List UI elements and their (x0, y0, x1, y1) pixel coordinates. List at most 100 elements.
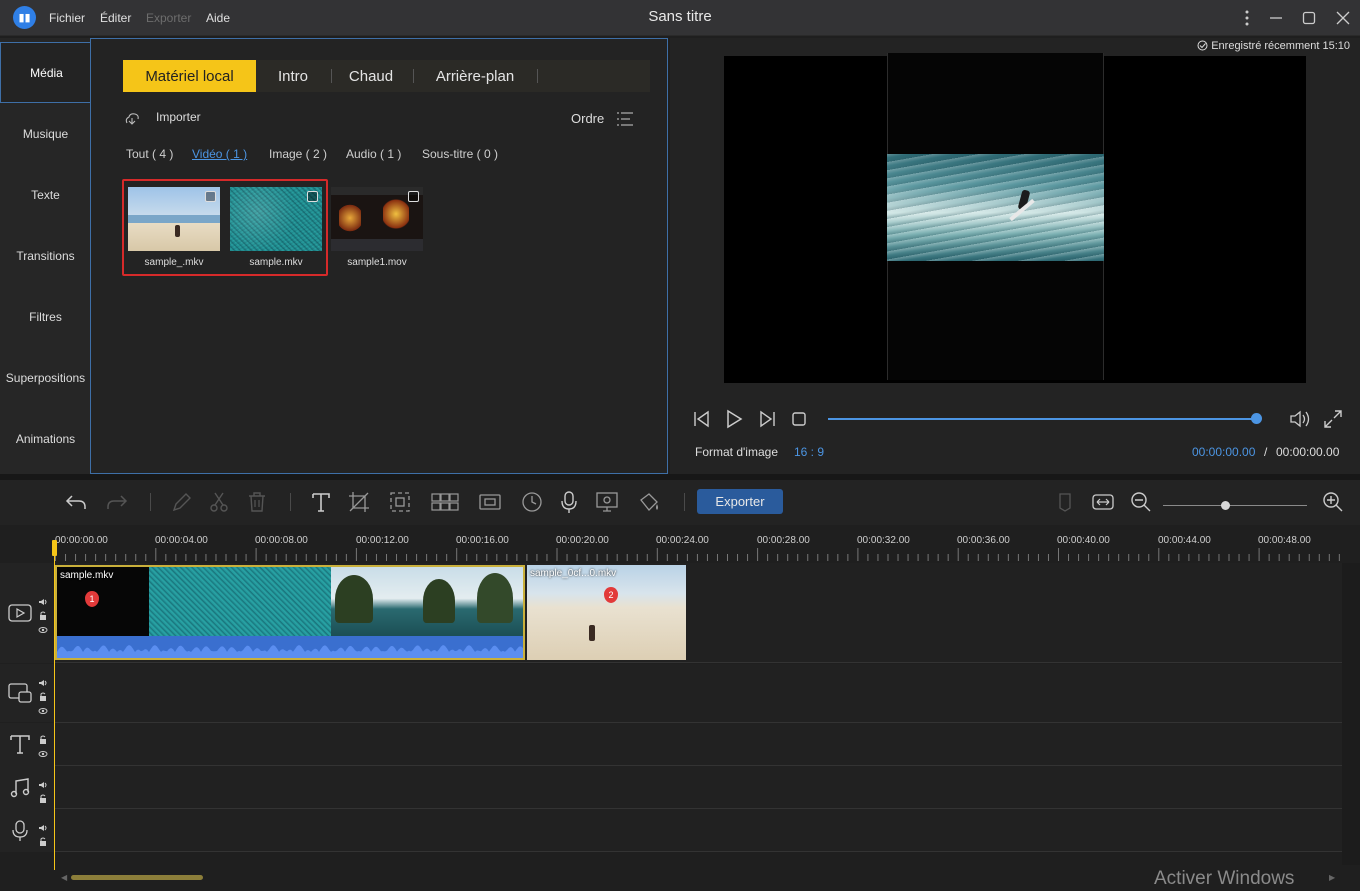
clip-island-frames (331, 567, 523, 637)
overlay-track-icon (8, 683, 32, 708)
filter-sous-titre[interactable]: Sous-titre ( 0 ) (422, 147, 498, 161)
maximize-icon[interactable] (1297, 6, 1321, 30)
screen-record-icon[interactable] (595, 490, 619, 514)
fit-timeline-icon[interactable] (1091, 490, 1115, 514)
sidebar-item-animations[interactable]: Animations (0, 408, 91, 469)
menu-fichier[interactable]: Fichier (49, 11, 85, 25)
sidebar-item-superpositions[interactable]: Superpositions (0, 347, 91, 408)
clip-name: sample_0cf...0.mkv (530, 568, 617, 579)
sort-list-icon (616, 111, 634, 127)
timeline-horizontal-scrollbar[interactable] (71, 875, 203, 880)
sort-button[interactable]: Ordre (571, 111, 633, 126)
tab-intro[interactable]: Intro (263, 60, 323, 92)
track-visibility-icon[interactable] (38, 621, 48, 639)
close-icon[interactable] (1331, 6, 1355, 30)
music-track[interactable] (55, 766, 1342, 809)
more-options-icon[interactable] (1235, 6, 1259, 30)
zoom-frame-icon[interactable] (388, 490, 412, 514)
app-logo-icon: ▮▮ (13, 6, 36, 29)
tab-chaud[interactable]: Chaud (337, 60, 405, 92)
crop-icon[interactable] (347, 490, 371, 514)
toolbar-divider (684, 493, 685, 511)
ruler-label: 00:00:24.00 (656, 535, 709, 546)
track-visibility-icon[interactable] (38, 745, 48, 763)
text-track[interactable] (55, 723, 1342, 766)
previous-frame-icon[interactable] (692, 409, 712, 429)
save-status: Enregistré récemment 15:10 (1197, 40, 1350, 52)
ruler-label: 00:00:00.00 (55, 535, 108, 546)
wave-texture (887, 154, 1104, 261)
color-fill-icon[interactable] (637, 490, 661, 514)
media-tabs: Matériel local Intro Chaud Arrière-plan (123, 60, 650, 92)
fire-glow-right (383, 197, 409, 231)
music-track-header (0, 766, 55, 809)
voice-track[interactable] (55, 809, 1342, 852)
track-lock-icon[interactable] (38, 790, 48, 808)
tab-arriere-plan[interactable]: Arrière-plan (421, 60, 529, 92)
beach-person (589, 625, 595, 641)
ruler-label: 00:00:12.00 (356, 535, 409, 546)
island-rock (335, 575, 373, 623)
sidebar-item-texte[interactable]: Texte (0, 164, 91, 225)
editing-toolbar (0, 480, 1360, 525)
clip-name: sample.mkv (60, 570, 114, 581)
next-frame-icon[interactable] (757, 409, 777, 429)
track-lock-icon[interactable] (38, 833, 48, 851)
video-footer-bar (331, 239, 423, 251)
timeline-ruler[interactable]: 00:00:00.00 00:00:04.00 00:00:08.00 00:0… (55, 530, 1342, 563)
sidebar-item-transitions[interactable]: Transitions (0, 225, 91, 286)
freeze-frame-icon[interactable] (478, 490, 502, 514)
sidebar-item-musique[interactable]: Musique (0, 103, 91, 164)
undo-icon[interactable] (64, 490, 88, 514)
tab-materiel-local[interactable]: Matériel local (123, 60, 256, 92)
delete-trash-icon (245, 490, 269, 514)
zoom-slider-handle[interactable] (1221, 501, 1230, 510)
sidebar-item-media[interactable]: Média (0, 42, 92, 103)
title-bar: ▮▮ Fichier Éditer Exporter Aide Sans tit… (0, 0, 1360, 36)
aspect-ratio-value[interactable]: 16 : 9 (794, 445, 824, 459)
scroll-left-arrow-icon[interactable]: ◀ (61, 873, 67, 882)
timeline-clip-1[interactable]: sample.mkv 1 (55, 565, 525, 660)
toolbar-divider (150, 493, 151, 511)
progress-handle[interactable] (1251, 413, 1262, 424)
playback-progress[interactable] (828, 418, 1256, 420)
playhead[interactable] (54, 540, 55, 870)
volume-icon[interactable] (1289, 409, 1311, 429)
filter-image[interactable]: Image ( 2 ) (269, 147, 327, 161)
scroll-right-arrow-icon[interactable]: ▶ (1329, 873, 1335, 882)
edit-pencil-icon (170, 490, 194, 514)
time-separator: / (1264, 445, 1268, 459)
export-button[interactable]: Exporter (697, 489, 783, 514)
current-time: 00:00:00.00 (1192, 445, 1256, 459)
filter-audio[interactable]: Audio ( 1 ) (346, 147, 401, 161)
fullscreen-icon[interactable] (1323, 409, 1343, 429)
filter-tout[interactable]: Tout ( 4 ) (126, 147, 173, 161)
sidebar-item-filtres[interactable]: Filtres (0, 286, 91, 347)
voice-track-icon (10, 820, 30, 847)
sort-label: Ordre (571, 111, 605, 126)
filter-video[interactable]: Vidéo ( 1 ) (192, 147, 247, 161)
microphone-icon[interactable] (557, 490, 581, 514)
zoom-in-icon[interactable] (1321, 490, 1345, 514)
timeline-vertical-scrollbar[interactable] (1342, 563, 1360, 865)
toolbar-divider (290, 493, 291, 511)
save-status-text: Enregistré récemment 15:10 (1211, 40, 1350, 52)
media-thumb-sample1-mov[interactable] (331, 187, 423, 251)
timeline-clip-2[interactable]: sample_0cf...0.mkv 2 (527, 565, 686, 660)
text-tool-icon[interactable] (309, 490, 333, 514)
track-visibility-icon[interactable] (38, 702, 48, 720)
overlay-track[interactable] (55, 664, 1342, 723)
split-scissors-icon (207, 490, 231, 514)
zoom-slider[interactable] (1163, 505, 1307, 506)
duration-clock-icon[interactable] (520, 490, 544, 514)
stop-icon[interactable] (790, 409, 810, 429)
play-icon[interactable] (724, 409, 744, 429)
menu-editer[interactable]: Éditer (100, 11, 131, 25)
redo-icon (105, 490, 129, 514)
playhead-handle[interactable] (52, 540, 57, 556)
mosaic-icon[interactable] (430, 490, 460, 514)
minimize-icon[interactable] (1264, 6, 1288, 30)
menu-aide[interactable]: Aide (206, 11, 230, 25)
tab-divider (537, 69, 538, 83)
zoom-out-icon[interactable] (1129, 490, 1153, 514)
